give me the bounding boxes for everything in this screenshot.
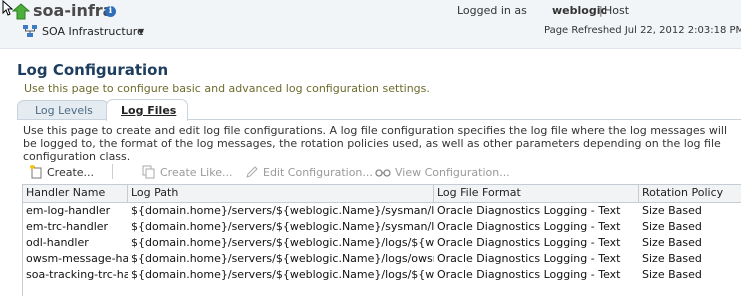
log-path-cell: ${domain.home}/servers/${weblogic.Name}/… (131, 268, 434, 281)
rotation-policy-cell: Size Based (642, 252, 702, 265)
table-row[interactable]: em-trc-handler ${domain.home}/servers/${… (23, 219, 741, 235)
page-title: Log Configuration (17, 61, 169, 79)
column-header-log-path[interactable]: Log Path (128, 185, 434, 202)
host-label: Host (604, 4, 630, 17)
logged-in-label: Logged in as (457, 4, 527, 17)
page-refreshed-text: Page Refreshed Jul 22, 2012 2:03:18 PM P… (544, 25, 741, 36)
tab-log-files[interactable]: Log Files (106, 99, 188, 121)
view-configuration-label: View Configuration... (395, 165, 510, 179)
log-files-toolbar: Create... Create Like... Edit Configurat… (23, 162, 723, 182)
rotation-policy-cell: Size Based (642, 204, 702, 217)
soa-infrastructure-icon (23, 25, 37, 37)
log-file-format-cell: Oracle Diagnostics Logging - Text (437, 204, 621, 217)
target-home-icon[interactable] (12, 3, 30, 20)
tab-label: Log Levels (35, 104, 93, 117)
tab-label: Log Files (121, 104, 177, 117)
chevron-down-icon[interactable]: ▼ (138, 27, 144, 36)
edit-configuration-label: Edit Configuration... (263, 165, 373, 179)
column-header-rotation-policy[interactable]: Rotation Policy (639, 185, 741, 202)
table-row[interactable]: soa-tracking-trc-hanc ${domain.home}/ser… (23, 267, 741, 283)
handler-name-cell: odl-handler (26, 236, 89, 249)
log-path-cell: ${domain.home}/servers/${weblogic.Name}/… (131, 204, 434, 217)
create-label: Create... (47, 165, 95, 179)
create-button[interactable]: Create... (29, 162, 94, 182)
log-path-cell: ${domain.home}/servers/${weblogic.Name}/… (131, 236, 434, 249)
handler-name-cell: em-trc-handler (26, 220, 109, 233)
log-file-format-cell: Oracle Diagnostics Logging - Text (437, 268, 621, 281)
log-file-format-cell: Oracle Diagnostics Logging - Text (437, 220, 621, 233)
view-configuration-button[interactable]: View Configuration... (375, 162, 510, 182)
log-files-table: Handler Name Log Path Log File Format Ro… (22, 184, 741, 296)
edit-configuration-button[interactable]: Edit Configuration... (245, 162, 373, 182)
host-separator: | (599, 4, 603, 17)
glasses-icon (375, 169, 391, 177)
page-target-title: soa-infra (33, 1, 114, 20)
create-like-icon (142, 165, 155, 179)
create-like-label: Create Like... (160, 165, 233, 179)
info-icon[interactable]: i (105, 6, 116, 17)
table-row[interactable]: odl-handler ${domain.home}/servers/${web… (23, 235, 741, 251)
table-row[interactable]: owsm-message-handl ${domain.home}/server… (23, 251, 741, 267)
page-description: Use this page to configure basic and adv… (24, 82, 430, 95)
soa-infrastructure-menu[interactable]: SOA Infrastructure (42, 25, 144, 38)
handler-name-cell: owsm-message-handl (26, 252, 128, 265)
log-path-cell: ${domain.home}/servers/${weblogic.Name}/… (131, 220, 434, 233)
tab-log-levels[interactable]: Log Levels (17, 100, 109, 120)
pencil-icon (246, 166, 258, 178)
rotation-policy-cell: Size Based (642, 220, 702, 233)
column-header-log-file-format[interactable]: Log File Format (434, 185, 639, 202)
rotation-policy-cell: Size Based (642, 268, 702, 281)
log-files-description: Use this page to create and edit log fil… (23, 124, 728, 163)
table-header: Handler Name Log Path Log File Format Ro… (23, 185, 741, 203)
toolbar-separator (112, 164, 113, 179)
rotation-policy-cell: Size Based (642, 236, 702, 249)
column-header-handler-name[interactable]: Handler Name (23, 185, 128, 202)
table-row[interactable]: em-log-handler ${domain.home}/servers/${… (23, 203, 741, 219)
log-file-format-cell: Oracle Diagnostics Logging - Text (437, 252, 621, 265)
log-path-cell: ${domain.home}/servers/${weblogic.Name}/… (131, 252, 434, 265)
handler-name-cell: soa-tracking-trc-hanc (26, 268, 128, 281)
handler-name-cell: em-log-handler (26, 204, 111, 217)
log-file-format-cell: Oracle Diagnostics Logging - Text (437, 236, 621, 249)
create-like-button[interactable]: Create Like... (142, 162, 232, 182)
create-icon (30, 165, 42, 179)
